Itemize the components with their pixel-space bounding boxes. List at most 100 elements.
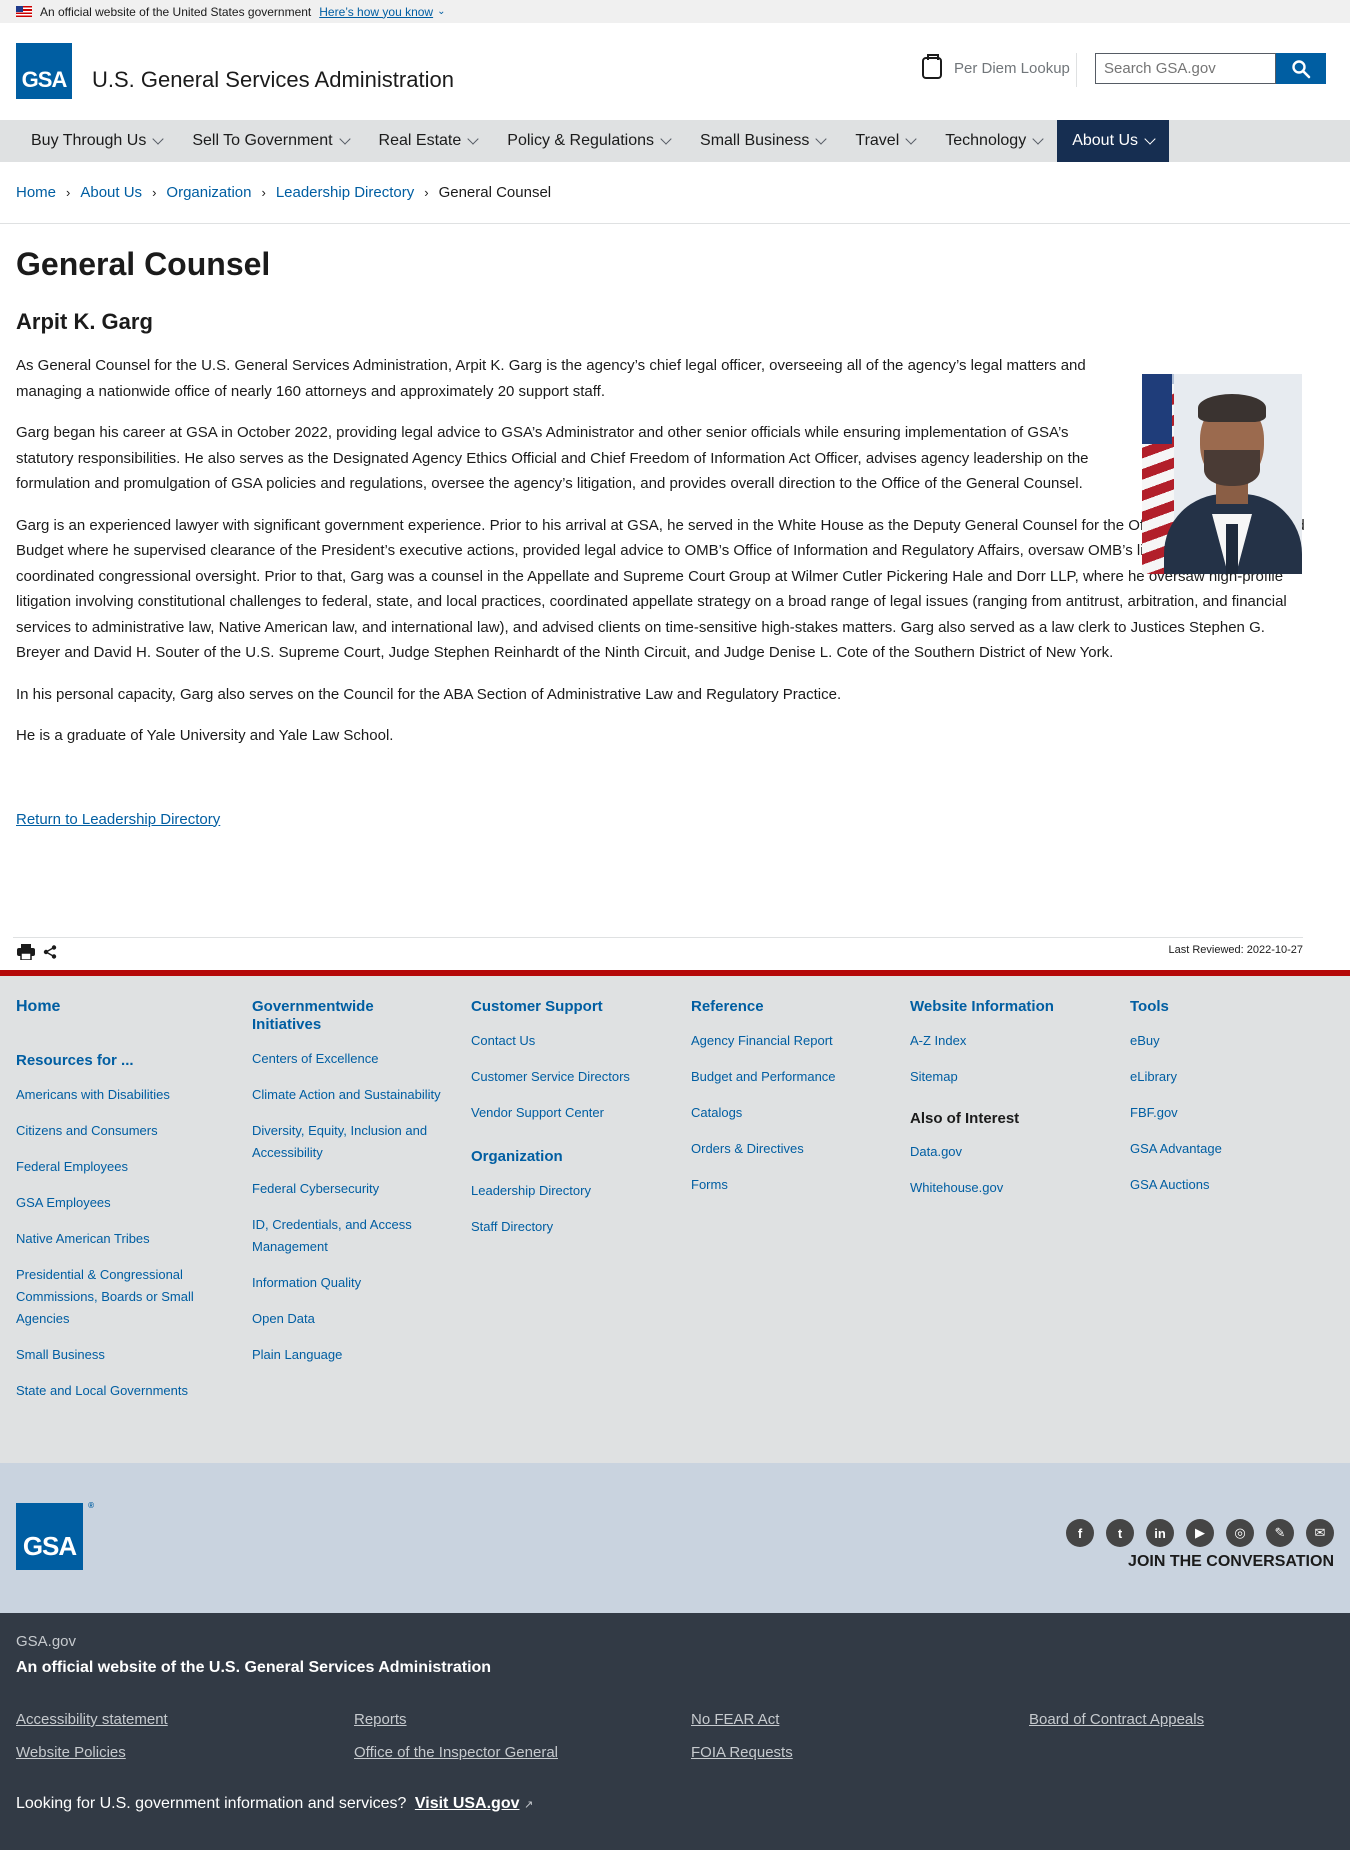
chevron-down-icon bbox=[467, 133, 479, 145]
nav-about-us[interactable]: About Us bbox=[1057, 120, 1170, 162]
board-of-contract-appeals-link[interactable]: Board of Contract Appeals bbox=[1029, 1711, 1204, 1728]
nav-label: About Us bbox=[1072, 132, 1139, 149]
website-policies-link[interactable]: Website Policies bbox=[16, 1744, 126, 1761]
footer-link[interactable]: GSA Employees bbox=[16, 1192, 216, 1214]
tie bbox=[1226, 524, 1238, 574]
footer-link[interactable]: eLibrary bbox=[1130, 1066, 1330, 1088]
instagram-icon[interactable]: ◎ bbox=[1226, 1519, 1254, 1547]
footer-link[interactable]: Vendor Support Center bbox=[471, 1102, 671, 1124]
footer-link[interactable]: Information Quality bbox=[252, 1272, 442, 1294]
print-icon[interactable] bbox=[17, 944, 35, 960]
site-header: GSA U.S. General Services Administration… bbox=[0, 23, 1350, 120]
footer-link[interactable]: eBuy bbox=[1130, 1030, 1330, 1052]
last-reviewed: Last Reviewed: 2022-10-27 bbox=[1168, 944, 1303, 956]
gsa-logo[interactable]: GSA bbox=[16, 43, 72, 99]
gov-banner: An official website of the United States… bbox=[0, 0, 1350, 23]
share-icon[interactable] bbox=[43, 945, 57, 959]
footer-link[interactable]: Forms bbox=[691, 1174, 891, 1196]
footer-resources-heading: Resources for ... bbox=[16, 1052, 134, 1069]
footer-link[interactable]: FBF.gov bbox=[1130, 1102, 1330, 1124]
footer-link[interactable]: A-Z Index bbox=[910, 1030, 1110, 1052]
heres-how-you-know-link[interactable]: Here’s how you know bbox=[319, 5, 433, 19]
nav-technology[interactable]: Technology bbox=[930, 120, 1057, 162]
footer-link[interactable]: GSA Advantage bbox=[1130, 1138, 1330, 1160]
external-link-icon: ↗ bbox=[523, 1799, 534, 1811]
footer-link[interactable]: GSA Auctions bbox=[1130, 1174, 1330, 1196]
twitter-icon[interactable]: t bbox=[1106, 1519, 1134, 1547]
site-title[interactable]: U.S. General Services Administration bbox=[92, 67, 454, 93]
footer-link[interactable]: Federal Employees bbox=[16, 1156, 216, 1178]
footer-link[interactable]: Leadership Directory bbox=[471, 1180, 671, 1202]
facebook-icon[interactable]: f bbox=[1066, 1519, 1094, 1547]
visit-usa-gov-link[interactable]: Visit USA.gov bbox=[415, 1795, 520, 1812]
footer-nav: Home Resources for ... Americans with Di… bbox=[0, 970, 1350, 1463]
breadcrumb-organization[interactable]: Organization bbox=[166, 184, 251, 201]
linkedin-icon[interactable]: in bbox=[1146, 1519, 1174, 1547]
footer-col-tools: Tools eBuy eLibrary FBF.gov GSA Advantag… bbox=[1130, 998, 1330, 1196]
footer-support-heading: Customer Support bbox=[471, 998, 603, 1015]
nav-buy-through-us[interactable]: Buy Through Us bbox=[16, 120, 177, 162]
footer-link[interactable]: Diversity, Equity, Inclusion and Accessi… bbox=[252, 1120, 442, 1164]
chevron-down-icon bbox=[905, 133, 917, 145]
search-button[interactable] bbox=[1276, 53, 1326, 84]
nav-label: Small Business bbox=[700, 132, 810, 149]
footer-link[interactable]: Staff Directory bbox=[471, 1216, 671, 1238]
nav-travel[interactable]: Travel bbox=[840, 120, 930, 162]
chevron-down-icon: ⌄ bbox=[437, 6, 446, 17]
reports-link[interactable]: Reports bbox=[354, 1711, 407, 1728]
footer-link[interactable]: Plain Language bbox=[252, 1344, 442, 1366]
footer-link[interactable]: Orders & Directives bbox=[691, 1138, 891, 1160]
footer-link[interactable]: Centers of Excellence bbox=[252, 1048, 442, 1070]
footer-link[interactable]: Contact Us bbox=[471, 1030, 671, 1052]
footer-logo-band: GSA f t in ▶ ◎ ✎ ✉ JOIN THE CONVERSATION bbox=[0, 1463, 1350, 1613]
footer-link[interactable]: Budget and Performance bbox=[691, 1066, 891, 1088]
footer-link[interactable]: Presidential & Congressional Commissions… bbox=[16, 1264, 206, 1330]
footer-link[interactable]: Climate Action and Sustainability bbox=[252, 1084, 442, 1106]
breadcrumb-home[interactable]: Home bbox=[16, 184, 56, 201]
nav-policy-regulations[interactable]: Policy & Regulations bbox=[492, 120, 685, 162]
breadcrumb-about-us[interactable]: About Us bbox=[80, 184, 142, 201]
search-form bbox=[1095, 53, 1326, 84]
nav-small-business[interactable]: Small Business bbox=[685, 120, 840, 162]
footer-link[interactable]: Native American Tribes bbox=[16, 1228, 216, 1250]
footer-link[interactable]: Sitemap bbox=[910, 1066, 1110, 1088]
per-diem-lookup-link[interactable]: Per Diem Lookup bbox=[922, 54, 1070, 79]
nav-real-estate[interactable]: Real Estate bbox=[364, 120, 493, 162]
blog-icon[interactable]: ✎ bbox=[1266, 1519, 1294, 1547]
footer-link[interactable]: State and Local Governments bbox=[16, 1380, 216, 1402]
page-title: General Counsel bbox=[16, 246, 271, 282]
footer-link[interactable]: Customer Service Directors bbox=[471, 1066, 671, 1088]
footer-link[interactable]: Americans with Disabilities bbox=[16, 1084, 216, 1106]
return-to-leadership-directory-link[interactable]: Return to Leadership Directory bbox=[16, 811, 220, 828]
usa-gov-prompt: Looking for U.S. government information … bbox=[16, 1795, 533, 1813]
foia-requests-link[interactable]: FOIA Requests bbox=[691, 1744, 793, 1761]
footer-link[interactable]: ID, Credentials, and Access Management bbox=[252, 1214, 442, 1258]
nav-label: Buy Through Us bbox=[31, 132, 147, 149]
inspector-general-link[interactable]: Office of the Inspector General bbox=[354, 1744, 558, 1761]
nav-label: Sell To Government bbox=[192, 132, 333, 149]
social-links: f t in ▶ ◎ ✎ ✉ bbox=[1066, 1519, 1334, 1547]
nav-sell-to-government[interactable]: Sell To Government bbox=[177, 120, 363, 162]
portrait-photo bbox=[1142, 374, 1302, 574]
bio-paragraph: Garg began his career at GSA in October … bbox=[16, 424, 1089, 492]
footer-link[interactable]: Data.gov bbox=[910, 1141, 1110, 1163]
per-diem-label: Per Diem Lookup bbox=[954, 59, 1070, 77]
breadcrumb: Home › About Us › Organization › Leaders… bbox=[0, 162, 1350, 224]
footer-link[interactable]: Open Data bbox=[252, 1308, 442, 1330]
no-fear-act-link[interactable]: No FEAR Act bbox=[691, 1711, 779, 1728]
accessibility-statement-link[interactable]: Accessibility statement bbox=[16, 1711, 168, 1728]
gov-banner-text: An official website of the United States… bbox=[40, 4, 312, 19]
footer-gsa-logo[interactable]: GSA bbox=[16, 1501, 93, 1570]
footer-link[interactable]: Whitehouse.gov bbox=[910, 1177, 1110, 1199]
search-input[interactable] bbox=[1095, 53, 1276, 84]
footer-link[interactable]: Catalogs bbox=[691, 1102, 891, 1124]
email-icon[interactable]: ✉ bbox=[1306, 1519, 1334, 1547]
footer-link[interactable]: Small Business bbox=[16, 1344, 216, 1366]
footer-link[interactable]: Citizens and Consumers bbox=[16, 1120, 216, 1142]
footer-col-website: Website Information A-Z Index Sitemap Al… bbox=[910, 998, 1110, 1199]
breadcrumb-leadership-directory[interactable]: Leadership Directory bbox=[276, 184, 414, 201]
footer-home-link[interactable]: Home bbox=[16, 998, 216, 1016]
footer-link[interactable]: Agency Financial Report bbox=[691, 1030, 891, 1052]
youtube-icon[interactable]: ▶ bbox=[1186, 1519, 1214, 1547]
footer-link[interactable]: Federal Cybersecurity bbox=[252, 1178, 442, 1200]
